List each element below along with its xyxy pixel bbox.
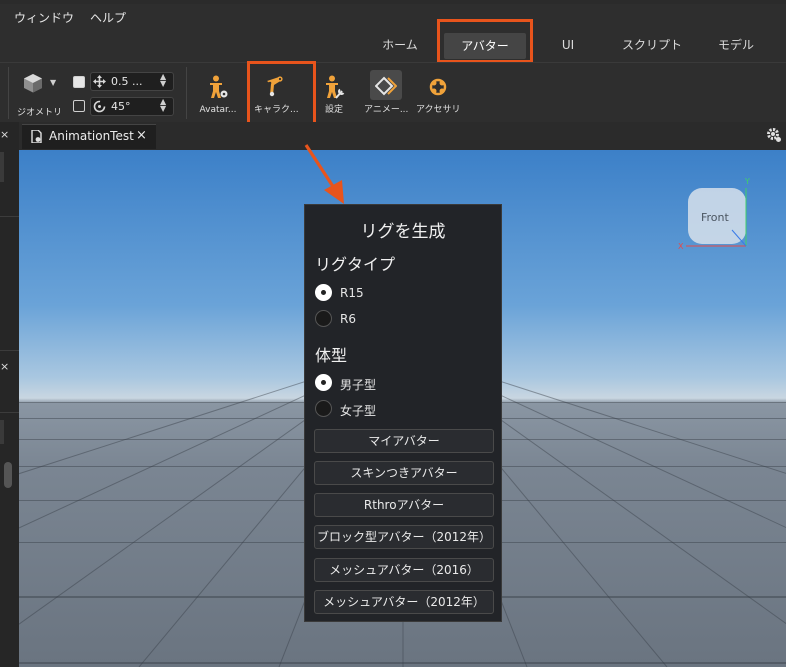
rig-r6-label: R6 bbox=[340, 312, 356, 326]
tab-model[interactable]: モデル bbox=[706, 28, 766, 62]
axis-gizmo bbox=[686, 188, 747, 247]
accessory-label: アクセサリ bbox=[416, 105, 461, 115]
menu-help[interactable]: ヘルプ bbox=[90, 9, 126, 26]
document-icon bbox=[31, 130, 42, 143]
rotate-stepper-icon[interactable]: ▲ ▼ bbox=[160, 98, 166, 113]
panel-close-icon[interactable]: × bbox=[0, 360, 9, 373]
dialog-title: リグを生成 bbox=[360, 222, 446, 242]
rig-type-heading: リグタイプ bbox=[315, 255, 396, 274]
mesh-avatar-2012-button[interactable]: メッシュアバター（2012年） bbox=[314, 590, 494, 614]
rig-r15-radio[interactable] bbox=[315, 284, 332, 301]
generate-rig-dialog: リグを生成 リグタイプ R15 R6 体型 男子型 女子型 マイアバター スキン… bbox=[304, 204, 502, 622]
settings-label: 設定 bbox=[324, 105, 343, 115]
axis-y-label: Y bbox=[745, 177, 750, 186]
avatar-tab-highlight bbox=[437, 19, 533, 63]
animation-diamond-icon bbox=[375, 76, 397, 96]
cube-icon[interactable] bbox=[22, 72, 44, 94]
avatar-person-icon bbox=[210, 75, 228, 98]
rig-r15-label: R15 bbox=[340, 286, 364, 300]
toolbar-divider bbox=[8, 67, 9, 119]
rig-r6-radio[interactable] bbox=[315, 310, 332, 327]
panel-widget bbox=[0, 420, 4, 444]
animation-editor-button[interactable]: アニメー... bbox=[364, 69, 408, 117]
panel-scrollbar[interactable] bbox=[4, 462, 12, 488]
toolbar: ▼ ジオメトリ 0.5 ... ▲ ▼ 45° ▲ ▼ Avatar... キャ… bbox=[0, 62, 786, 124]
move-snap-checkbox[interactable] bbox=[73, 76, 85, 88]
annotation-arrow bbox=[304, 144, 344, 204]
panel-divider bbox=[0, 350, 19, 351]
block-avatar-2012-button[interactable]: ブロック型アバター（2012年） bbox=[314, 525, 494, 549]
menu-window[interactable]: ウィンドウ bbox=[14, 9, 74, 26]
menubar: ウィンドウ ヘルプ bbox=[0, 4, 786, 28]
tab-ui[interactable]: UI bbox=[548, 28, 588, 62]
avatar-button[interactable]: Avatar... bbox=[196, 69, 240, 117]
move-stepper-icon[interactable]: ▲ ▼ bbox=[160, 73, 166, 88]
body-male-radio[interactable] bbox=[315, 374, 332, 391]
rotate-icon bbox=[93, 100, 106, 113]
tab-script[interactable]: スクリプト bbox=[612, 28, 692, 62]
gear-icon[interactable] bbox=[766, 127, 782, 143]
geometry-label: ジオメトリ bbox=[17, 108, 63, 118]
toolbar-divider bbox=[186, 67, 187, 119]
document-tab-close-icon[interactable]: × bbox=[136, 128, 147, 143]
skinned-avatar-button[interactable]: スキンつきアバター bbox=[314, 461, 494, 485]
document-tab[interactable]: AnimationTest × bbox=[22, 124, 156, 149]
animation-label: アニメー... bbox=[364, 105, 409, 115]
move-arrows-icon bbox=[93, 75, 106, 88]
my-avatar-button[interactable]: マイアバター bbox=[314, 429, 494, 453]
body-female-radio[interactable] bbox=[315, 400, 332, 417]
panel-close-icon[interactable]: × bbox=[0, 128, 9, 141]
body-male-label: 男子型 bbox=[340, 378, 377, 392]
panel-divider bbox=[0, 412, 19, 413]
chevron-down-icon[interactable]: ▼ bbox=[50, 78, 56, 87]
axis-x-label: X bbox=[678, 242, 684, 251]
avatar-wrench-icon bbox=[326, 75, 345, 99]
tab-home[interactable]: ホーム bbox=[370, 28, 430, 62]
rthro-avatar-button[interactable]: Rthroアバター bbox=[314, 493, 494, 517]
accessory-button[interactable]: アクセサリ bbox=[416, 69, 461, 117]
left-side-panel: × × bbox=[0, 122, 19, 667]
settings-button[interactable]: 設定 bbox=[312, 69, 356, 117]
panel-divider bbox=[0, 216, 19, 217]
avatar-button-label: Avatar... bbox=[199, 105, 237, 115]
ribbon-tab-bar: ホーム アバター UI スクリプト モデル bbox=[0, 28, 786, 62]
body-female-label: 女子型 bbox=[340, 404, 377, 418]
document-tab-title: AnimationTest bbox=[49, 129, 134, 143]
rotate-snap-checkbox[interactable] bbox=[73, 100, 85, 112]
body-type-heading: 体型 bbox=[315, 346, 348, 365]
accessory-icon bbox=[429, 78, 447, 96]
mesh-avatar-2016-button[interactable]: メッシュアバター（2016） bbox=[314, 558, 494, 582]
panel-widget bbox=[0, 152, 4, 182]
